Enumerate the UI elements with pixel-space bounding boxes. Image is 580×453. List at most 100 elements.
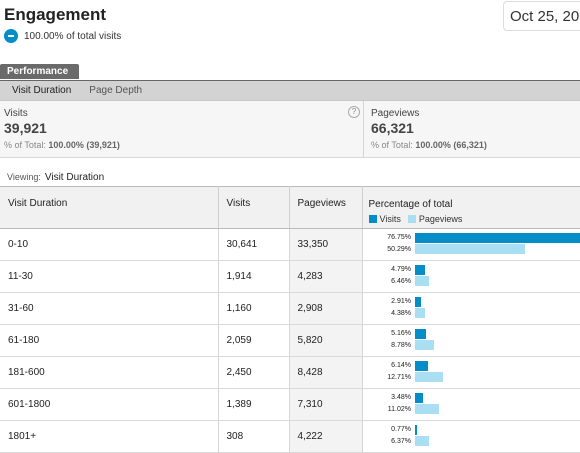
viewing-value[interactable]: Visit Duration: [45, 172, 104, 183]
duration-cell[interactable]: 61-180: [0, 324, 219, 357]
visits-cell: 1,914: [218, 260, 290, 293]
pageviews-percentage-label: 12.71%: [387, 374, 411, 381]
percentage-cell: 76.75% 50.29%: [362, 228, 580, 261]
pageviews-bar: [414, 308, 425, 318]
visits-percentage-label: 2.91%: [391, 298, 411, 305]
summary-panel: Visits 39,921 % of Total: 100.00% (39,92…: [0, 101, 580, 158]
percentage-bars: 2.91% 4.38%: [363, 293, 580, 324]
pie-chart-icon: [4, 29, 18, 43]
column-header-percentage: Percentage of total Visits Pageviews: [362, 186, 580, 229]
visits-value: 39,921: [4, 120, 47, 136]
visits-percentage-label: 4.79%: [391, 266, 411, 273]
visits-percentage-label: 5.16%: [391, 330, 411, 337]
visits-cell: 1,160: [218, 292, 290, 325]
subtab-visit-duration[interactable]: Visit Duration: [3, 85, 80, 96]
visits-bar: [414, 297, 421, 307]
pageviews-cell: 33,350: [289, 228, 363, 261]
percentage-cell: 0.77% 6.37%: [362, 420, 580, 453]
percentage-bars: 6.14% 12.71%: [363, 357, 580, 388]
visits-cell: 2,450: [218, 356, 290, 389]
visits-bar: [414, 265, 425, 275]
percentage-bars: 4.79% 6.46%: [363, 261, 580, 292]
legend: Visits Pageviews: [368, 214, 575, 224]
percentage-cell: 2.91% 4.38%: [362, 292, 580, 325]
duration-cell[interactable]: 0-10: [0, 228, 219, 261]
table-row[interactable]: 31-60 1,160 2,908 2.91% 4.38%: [0, 292, 580, 325]
column-header-visit-duration[interactable]: Visit Duration: [0, 186, 219, 229]
legend-visits-swatch: [368, 215, 377, 223]
table-row[interactable]: 1801+ 308 4,222 0.77% 6.37%: [0, 420, 580, 453]
duration-cell[interactable]: 601-1800: [0, 388, 219, 421]
pageviews-percentage-label: 6.46%: [391, 278, 411, 285]
visits-total: % of Total: 100.00% (39,921): [4, 140, 120, 150]
duration-cell[interactable]: 181-600: [0, 356, 219, 389]
pageviews-percentage-label: 50.29%: [387, 246, 411, 253]
segment-percentage: 100.00% of total visits: [24, 30, 122, 42]
column-header-pageviews[interactable]: Pageviews: [289, 186, 363, 229]
percentage-bars: 5.16% 8.78%: [363, 325, 580, 356]
table-row[interactable]: 601-1800 1,389 7,310 3.48% 11.02%: [0, 388, 580, 421]
visits-cell: 308: [218, 420, 290, 453]
percentage-cell: 6.14% 12.71%: [362, 356, 580, 389]
viewing-label: Viewing:: [7, 172, 41, 182]
legend-pageviews-label: Pageviews: [418, 214, 463, 224]
pageviews-cell: 4,222: [289, 420, 363, 453]
visits-percentage-label: 76.75%: [387, 234, 411, 241]
legend-visits: Visits: [368, 214, 401, 224]
visits-total-prefix: % of Total:: [4, 140, 46, 150]
visits-cell: 30,641: [218, 228, 290, 261]
visits-cell: 1,389: [218, 388, 290, 421]
visits-total-value: 100.00% (39,921): [48, 140, 120, 150]
column-header-visits[interactable]: Visits: [218, 186, 290, 229]
pageviews-cell: 7,310: [289, 388, 363, 421]
percentage-bars: 76.75% 50.29%: [363, 229, 580, 260]
tab-performance[interactable]: Performance: [0, 64, 79, 79]
duration-cell[interactable]: 1801+: [0, 420, 219, 453]
pageviews-bar: [414, 372, 443, 382]
percentage-bars: 0.77% 6.37%: [363, 421, 580, 452]
duration-cell[interactable]: 11-30: [0, 260, 219, 293]
data-table: Visit Duration Visits Pageviews Percenta…: [0, 186, 580, 453]
pageviews-bar: [414, 340, 434, 350]
table-row[interactable]: 181-600 2,450 8,428 6.14% 12.71%: [0, 356, 580, 389]
percentage-cell: 4.79% 6.46%: [362, 260, 580, 293]
visits-percentage-label: 3.48%: [391, 394, 411, 401]
table-row[interactable]: 11-30 1,914 4,283 4.79% 6.46%: [0, 260, 580, 293]
duration-cell[interactable]: 31-60: [0, 292, 219, 325]
percentage-cell: 3.48% 11.02%: [362, 388, 580, 421]
percentage-cell: 5.16% 8.78%: [362, 324, 580, 357]
legend-pageviews: Pageviews: [407, 214, 463, 224]
pageviews-label: Pageviews: [371, 108, 420, 119]
percentage-bars: 3.48% 11.02%: [363, 389, 580, 420]
visits-bar: [414, 361, 428, 371]
viewing-row: Viewing: Visit Duration: [7, 172, 104, 183]
visits-label: Visits: [4, 108, 28, 119]
pageviews-bar: [414, 244, 525, 254]
visits-bar: [414, 329, 426, 339]
pageviews-bar: [414, 404, 439, 414]
visits-bar: [414, 233, 580, 243]
pageviews-percentage-label: 6.37%: [391, 438, 411, 445]
table-row[interactable]: 0-10 30,641 33,350 76.75% 50.29%: [0, 228, 580, 261]
subtab-page-depth[interactable]: Page Depth: [80, 85, 151, 96]
subtab-bar: Visit Duration Page Depth: [0, 80, 580, 101]
date-range-picker[interactable]: Oct 25, 20: [503, 1, 580, 31]
visits-metric[interactable]: Visits 39,921 % of Total: 100.00% (39,92…: [0, 101, 364, 158]
table-row[interactable]: 61-180 2,059 5,820 5.16% 8.78%: [0, 324, 580, 357]
pageviews-percentage-label: 11.02%: [387, 406, 411, 413]
pageviews-bar: [414, 276, 429, 286]
page-title: Engagement: [4, 5, 107, 24]
visits-cell: 2,059: [218, 324, 290, 357]
legend-pageviews-swatch: [407, 215, 416, 223]
pageviews-percentage-label: 4.38%: [391, 310, 411, 317]
pageviews-bar: [414, 436, 429, 446]
pageviews-total-value: 100.00% (66,321): [415, 140, 487, 150]
pageviews-value: 66,321: [371, 120, 414, 136]
pageviews-cell: 8,428: [289, 356, 363, 389]
help-icon[interactable]: ?: [348, 106, 360, 118]
legend-visits-label: Visits: [379, 214, 401, 224]
pageviews-cell: 4,283: [289, 260, 363, 293]
pageviews-metric[interactable]: Pageviews 66,321 % of Total: 100.00% (66…: [364, 101, 580, 158]
pageviews-total-prefix: % of Total:: [371, 140, 413, 150]
visits-bar: [414, 425, 417, 435]
